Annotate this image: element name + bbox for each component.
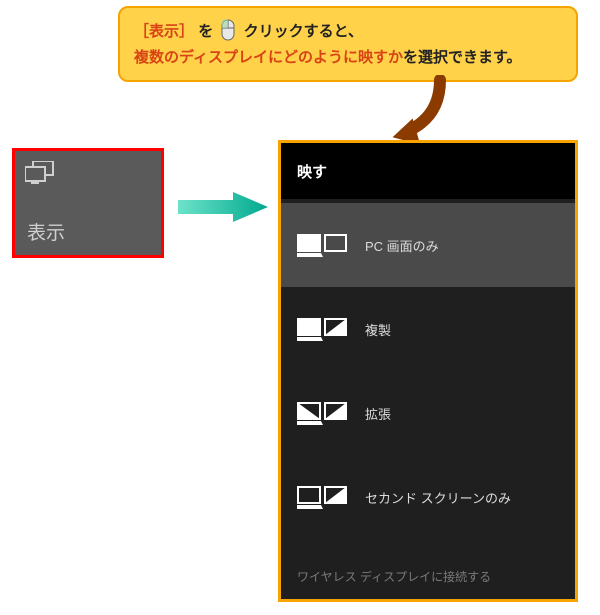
after-click: すると、 bbox=[304, 23, 363, 40]
option-label: 拡張 bbox=[365, 404, 391, 423]
green-arrow-icon bbox=[178, 192, 268, 222]
instruction-callout: ［表示］ を クリックすると、 複数のディスプレイにどのように映すかを選択できま… bbox=[118, 6, 578, 82]
panel-options: PC 画面のみ 複製 bbox=[281, 199, 575, 539]
mouse-icon bbox=[219, 18, 237, 42]
project-tile-label: 表示 bbox=[27, 218, 65, 245]
callout-label: 表示 bbox=[149, 23, 179, 40]
click-word: クリック bbox=[244, 23, 304, 40]
wireless-connect-link[interactable]: ワイヤレス ディスプレイに接続する bbox=[297, 568, 491, 585]
option-label: セカンド スクリーンのみ bbox=[365, 488, 511, 507]
option-extend[interactable]: 拡張 bbox=[281, 371, 575, 455]
bracket-open: ［ bbox=[134, 23, 149, 40]
duplicate-icon bbox=[297, 313, 347, 345]
panel-title: 映す bbox=[281, 143, 575, 199]
extend-icon bbox=[297, 397, 347, 429]
second-only-icon bbox=[297, 481, 347, 513]
curved-arrow-icon bbox=[380, 75, 460, 145]
project-tile[interactable]: 表示 bbox=[12, 148, 164, 258]
option-pc-screen-only[interactable]: PC 画面のみ bbox=[281, 203, 575, 287]
bracket-close: ］ bbox=[179, 23, 194, 40]
option-duplicate[interactable]: 複製 bbox=[281, 287, 575, 371]
option-second-screen-only[interactable]: セカンド スクリーンのみ bbox=[281, 455, 575, 539]
callout-line-2: 複数のディスプレイにどのように映すかを選択できます。 bbox=[134, 45, 562, 71]
project-tile-icon bbox=[25, 161, 57, 185]
callout-rest: を選択できます。 bbox=[403, 49, 522, 66]
project-panel: 映す PC 画面のみ 複製 bbox=[278, 140, 578, 602]
pc-only-icon bbox=[297, 229, 347, 261]
callout-line-1: ［表示］ を クリックすると、 bbox=[134, 18, 562, 45]
option-label: 複製 bbox=[365, 320, 391, 339]
callout-after-bracket: を bbox=[198, 23, 213, 40]
callout-highlight: 複数のディスプレイにどのように映すか bbox=[134, 49, 403, 66]
option-label: PC 画面のみ bbox=[365, 236, 439, 255]
